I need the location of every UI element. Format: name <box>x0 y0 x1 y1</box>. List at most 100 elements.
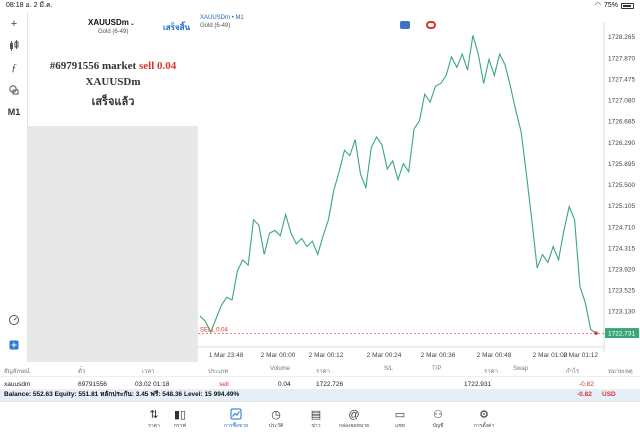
tab-4[interactable]: ▤ ข่าว <box>296 408 336 430</box>
battery-icon <box>621 3 634 9</box>
table-header-cell: เวลา <box>142 369 155 375</box>
table-header-cell: ตั๋ว <box>78 369 86 375</box>
tab-5[interactable]: @ กล่องจดหมาย <box>334 408 374 430</box>
x-tick-label: 2 Mar 00:24 <box>367 352 402 359</box>
table-header-cell: ราคา <box>484 369 498 375</box>
cell-type: sell <box>219 381 229 388</box>
tab-label: การซื้อขาย <box>223 423 249 429</box>
tab-2[interactable]: การซื้อขาย <box>216 408 256 430</box>
trade-table-header: สัญลักษณ์ ตั๋ว เวลา ประเภท Volume ราคา S/L T/P ร… <box>0 362 640 377</box>
at-sign-icon: @ <box>348 409 360 421</box>
account-people-icon: ⚇ <box>433 409 443 421</box>
cell-price: 1722.726 <box>316 381 344 388</box>
bottom-tab-bar: ⇅ ราคา ▮▯ กราฟ การซื้อขาย ◷ ประวัติ ▤ ข่าว @ กล่อง… <box>0 401 640 447</box>
done-button[interactable]: เสร็จสิ้น <box>163 21 190 34</box>
y-tick-label: 1728.265 <box>608 34 635 41</box>
table-header-cell: หมายเหตุ <box>608 369 633 375</box>
y-tick-label: 1724.710 <box>608 224 635 231</box>
balance-currency: USD <box>602 391 616 398</box>
status-bar: 08:18 อ. 2 มี.ค. ◠ 75% <box>0 0 640 12</box>
y-tick-label: 1727.475 <box>608 76 635 83</box>
table-header-cell: T/P <box>432 366 442 372</box>
chart-tool-sidebar: + ƒ M1 <box>0 12 28 362</box>
status-date: อ. 2 มี.ค. <box>25 2 53 9</box>
x-tick-label: 2 Mar 00:12 <box>309 352 344 359</box>
cell-volume: 0.04 <box>278 381 291 388</box>
one-click-trade-icon[interactable] <box>400 21 410 29</box>
price-series-line <box>199 35 597 334</box>
x-tick-label: 1 Mar 23:48 <box>209 352 244 359</box>
x-tick-label: 2 Mar 00:36 <box>421 352 456 359</box>
y-tick-label: 1727.080 <box>608 98 635 105</box>
table-header-cell: กำไร <box>566 369 580 375</box>
order-side-volume: sell 0.04 <box>138 60 177 72</box>
last-price-dot <box>594 331 598 335</box>
balance-bar: Balance: 552.63 Equity: 551.81 หลักประกั… <box>0 389 640 401</box>
new-order-icon[interactable] <box>5 337 23 353</box>
y-tick-label: 1723.130 <box>608 309 635 316</box>
y-tick-label: 1726.290 <box>608 140 635 147</box>
cell-profit: -0.82 <box>579 381 594 388</box>
candles-icon[interactable] <box>5 38 23 54</box>
order-result-panel: XAUUSDm⌄ Gold (6-49) เสร็จสิ้น #69791556… <box>28 12 198 362</box>
history-clock-icon: ◷ <box>271 409 281 421</box>
tab-6[interactable]: ▭ แชท <box>380 408 420 430</box>
chart-subtitle: Gold (6-49) <box>200 23 231 29</box>
price-alert-icon[interactable] <box>426 21 436 29</box>
y-tick-label: 1726.685 <box>608 119 635 126</box>
gear-icon: ⚙ <box>479 409 489 421</box>
table-header-cell: S/L <box>384 366 394 372</box>
tab-label: บัญชี <box>432 423 444 429</box>
app-root: 08:18 อ. 2 มี.ค. ◠ 75% + ƒ M1 XAUUSDm⌄ G… <box>0 0 640 447</box>
order-symbol: XAUUSDm <box>88 18 129 27</box>
tab-label: กราฟ <box>173 423 187 429</box>
tab-8[interactable]: ⚙ การตั้งค่า <box>464 408 504 430</box>
indicator-f-icon[interactable]: ƒ <box>5 60 23 76</box>
trend-chart-icon <box>216 408 256 422</box>
x-tick-label: 2 Mar 01:12 <box>563 352 598 359</box>
price-chart[interactable]: XAUUSDm • M1 Gold (6-49) 1728.265 1727.87… <box>198 12 640 364</box>
balance-text: Balance: 552.63 Equity: 551.81 หลักประกั… <box>4 391 240 398</box>
chevron-down-icon: ⌄ <box>129 21 135 27</box>
tab-7[interactable]: ⚇ บัญชี <box>418 408 458 430</box>
table-header-cell: สัญลักษณ์ <box>4 369 30 375</box>
y-tick-label: 1725.895 <box>608 161 635 168</box>
tab-label: ประวัติ <box>268 423 284 429</box>
cell-price-current: 1722.931 <box>464 381 492 388</box>
chart-canvas: 1728.265 1727.870 1727.475 1727.080 1726.685… <box>198 22 639 359</box>
tab-label: กล่องจดหมาย <box>338 423 370 429</box>
order-ticket-line: #69791556 market sell 0.04 <box>28 60 198 72</box>
order-symbol-line: XAUUSDm <box>85 76 141 88</box>
speedometer-icon[interactable] <box>5 312 23 328</box>
y-tick-label: 1725.105 <box>608 203 635 210</box>
table-header-cell: ราคา <box>316 369 330 375</box>
order-symbol-selector[interactable]: XAUUSDm⌄ <box>88 18 135 27</box>
y-tick-label: 1727.870 <box>608 55 635 62</box>
order-symbol-sub: Gold (6-49) <box>98 29 129 35</box>
tab-1[interactable]: ▮▯ กราฟ <box>160 408 200 430</box>
y-tick-label: 1723.525 <box>608 288 635 295</box>
trade-table: สัญลักษณ์ ตั๋ว เวลา ประเภท Volume ราคา S/L T/P ร… <box>0 362 640 392</box>
tab-label: การตั้งค่า <box>473 423 495 429</box>
status-time-date: 08:18 อ. 2 มี.ค. <box>6 0 53 12</box>
chart-title: XAUUSDm • M1 <box>200 15 244 21</box>
current-price-label: 1722.731 <box>608 330 635 337</box>
tab-3[interactable]: ◷ ประวัติ <box>256 408 296 430</box>
cell-ticket: 69791556 <box>78 381 107 388</box>
x-tick-label: 2 Mar 00:48 <box>477 352 512 359</box>
wifi-icon: ◠ <box>594 2 601 9</box>
crosshair-icon[interactable]: + <box>5 16 23 32</box>
cell-symbol: xauusdm <box>4 381 31 388</box>
table-header-cell: ประเภท <box>208 369 229 375</box>
tab-label: ราคา <box>148 423 160 429</box>
timeframe-m1[interactable]: M1 <box>5 104 23 120</box>
status-right: ◠ 75% <box>595 0 634 12</box>
table-header-cell: Swap <box>513 366 529 372</box>
order-result-card: XAUUSDm⌄ Gold (6-49) เสร็จสิ้น #69791556… <box>28 12 198 126</box>
balance-profit: -0.82 <box>577 391 592 398</box>
objects-shapes-icon[interactable] <box>5 82 23 98</box>
candles-icon: ▮▯ <box>173 409 187 421</box>
sell-order-label: SELL 0.04 <box>200 327 228 333</box>
y-tick-label: 1724.315 <box>608 245 635 252</box>
news-book-icon: ▤ <box>310 409 322 421</box>
